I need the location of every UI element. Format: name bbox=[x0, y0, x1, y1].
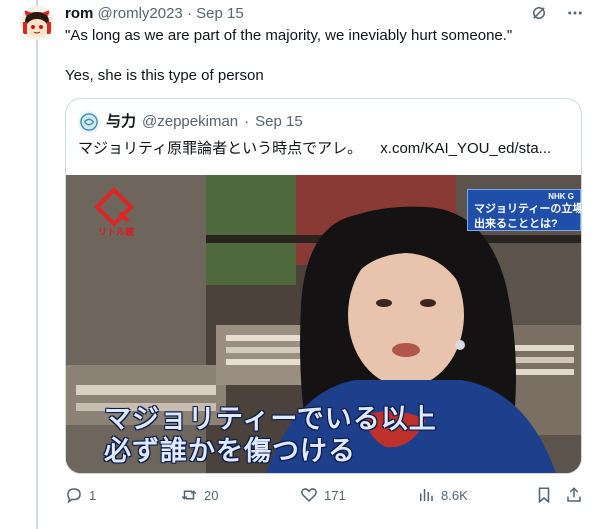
quoted-link[interactable]: x.com/KAI_YOU_ed/sta... bbox=[380, 140, 551, 157]
tweet-header: rom @romly2023 · Sep 15 bbox=[65, 4, 244, 24]
like-button[interactable]: 171 bbox=[300, 486, 346, 504]
quoted-header: 与力 @zeppekiman · Sep 15 bbox=[78, 111, 303, 133]
grok-icon[interactable] bbox=[530, 4, 548, 22]
tweet-text-line2: Yes, she is this type of person bbox=[65, 67, 264, 84]
bookmark-icon bbox=[538, 487, 550, 504]
program-caption-box: NHK G マジョリティーの立場が 出来ることとは? bbox=[467, 189, 581, 231]
quoted-text: マジョリティ原罪論者という時点でアレ。 bbox=[78, 140, 363, 157]
channel-logo: リトル鏡 bbox=[94, 187, 134, 243]
reply-count: 1 bbox=[89, 487, 97, 503]
reply-icon bbox=[67, 488, 81, 504]
quoted-author-handle[interactable]: @zeppekiman bbox=[142, 112, 238, 132]
tweet-date[interactable]: Sep 15 bbox=[196, 5, 244, 22]
yukkuri-avatar-icon bbox=[20, 6, 54, 40]
tweet-top-actions bbox=[530, 4, 584, 22]
views-chart-icon bbox=[420, 489, 433, 501]
like-count: 171 bbox=[324, 487, 346, 503]
share-button[interactable] bbox=[565, 486, 583, 504]
quoted-separator: · bbox=[244, 113, 250, 130]
quoted-avatar[interactable] bbox=[78, 111, 100, 133]
more-options-icon[interactable] bbox=[566, 4, 584, 22]
subtitle-line2: 必ず誰かを傷つける bbox=[104, 436, 356, 466]
avatar[interactable] bbox=[20, 6, 54, 40]
channel-logo-text: リトル鏡 bbox=[98, 227, 135, 237]
tweet-actions-bar: 1 20 171 8.6K bbox=[65, 486, 585, 508]
tweet-text-line1: "As long as we are part of the majority,… bbox=[65, 27, 513, 44]
share-icon bbox=[567, 487, 581, 502]
header-separator: · bbox=[186, 5, 192, 22]
quoted-author-name[interactable]: 与力 bbox=[106, 112, 136, 132]
bookmark-button[interactable] bbox=[535, 486, 553, 504]
thread-line bbox=[36, 0, 38, 529]
quoted-tweet[interactable]: 与力 @zeppekiman · Sep 15 マジョリティ原罪論者という時点で… bbox=[65, 98, 582, 474]
quoted-avatar-icon bbox=[80, 113, 98, 131]
author-handle[interactable]: @romly2023 bbox=[98, 5, 183, 22]
retweet-count: 20 bbox=[204, 487, 219, 503]
author-name[interactable]: rom bbox=[65, 5, 93, 22]
reply-button[interactable]: 1 bbox=[65, 486, 96, 504]
retweet-icon bbox=[181, 490, 197, 500]
quoted-media-image[interactable]: リトル鏡 NHK G マジョリティーの立場が 出来ることとは? マジョリティーで… bbox=[66, 175, 581, 473]
diamond-logo-icon bbox=[94, 187, 134, 227]
caption-box-line1: マジョリティーの立場が bbox=[474, 203, 581, 215]
views-count: 8.6K bbox=[441, 487, 468, 503]
views-button[interactable]: 8.6K bbox=[417, 486, 468, 504]
heart-icon bbox=[301, 488, 317, 503]
quoted-text-block: マジョリティ原罪論者という時点でアレ。 x.com/KAI_YOU_ed/sta… bbox=[78, 139, 551, 159]
quoted-date[interactable]: Sep 15 bbox=[255, 112, 303, 132]
retweet-button[interactable]: 20 bbox=[180, 486, 218, 504]
caption-box-line2: 出来ることとは? bbox=[474, 218, 558, 230]
